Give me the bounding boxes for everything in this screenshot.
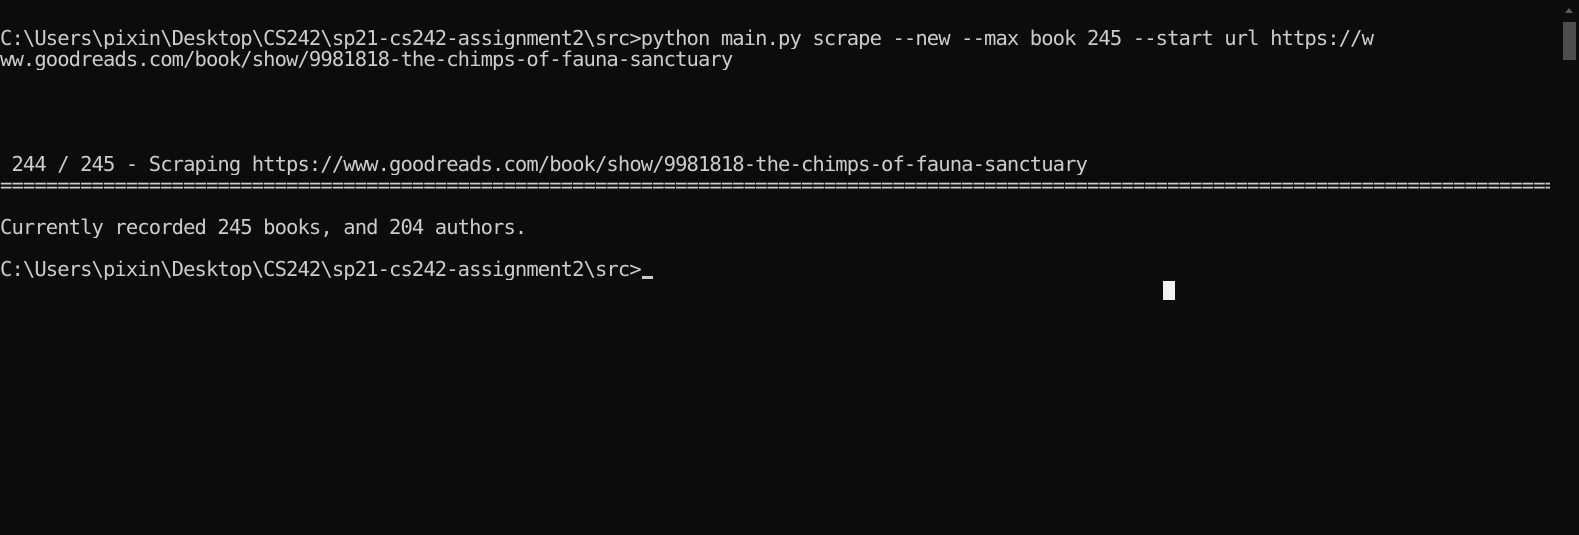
scroll-up-arrow-icon[interactable] xyxy=(1565,8,1573,13)
text-caret xyxy=(641,276,653,279)
scrollbar-thumb[interactable] xyxy=(1563,22,1576,60)
progress-bar-line: ========================================… xyxy=(0,175,1550,196)
progress-line: 244 / 245 - Scraping https://www.goodrea… xyxy=(0,154,1087,175)
terminal-output[interactable]: C:\Users\pixin\Desktop\CS242\sp21-cs242-… xyxy=(0,28,1550,280)
command-line-wrap: ww.goodreads.com/book/show/9981818-the-c… xyxy=(0,49,733,70)
command-line: C:\Users\pixin\Desktop\CS242\sp21-cs242-… xyxy=(0,28,1374,49)
prompt-line[interactable]: C:\Users\pixin\Desktop\CS242\sp21-cs242-… xyxy=(0,259,1550,280)
mouse-text-cursor xyxy=(1163,281,1175,300)
prompt-text: C:\Users\pixin\Desktop\CS242\sp21-cs242-… xyxy=(0,259,642,280)
terminal-window[interactable]: C:\Users\pixin\Desktop\CS242\sp21-cs242-… xyxy=(0,0,1579,535)
vertical-scrollbar[interactable] xyxy=(1560,0,1579,535)
summary-line: Currently recorded 245 books, and 204 au… xyxy=(0,217,527,238)
